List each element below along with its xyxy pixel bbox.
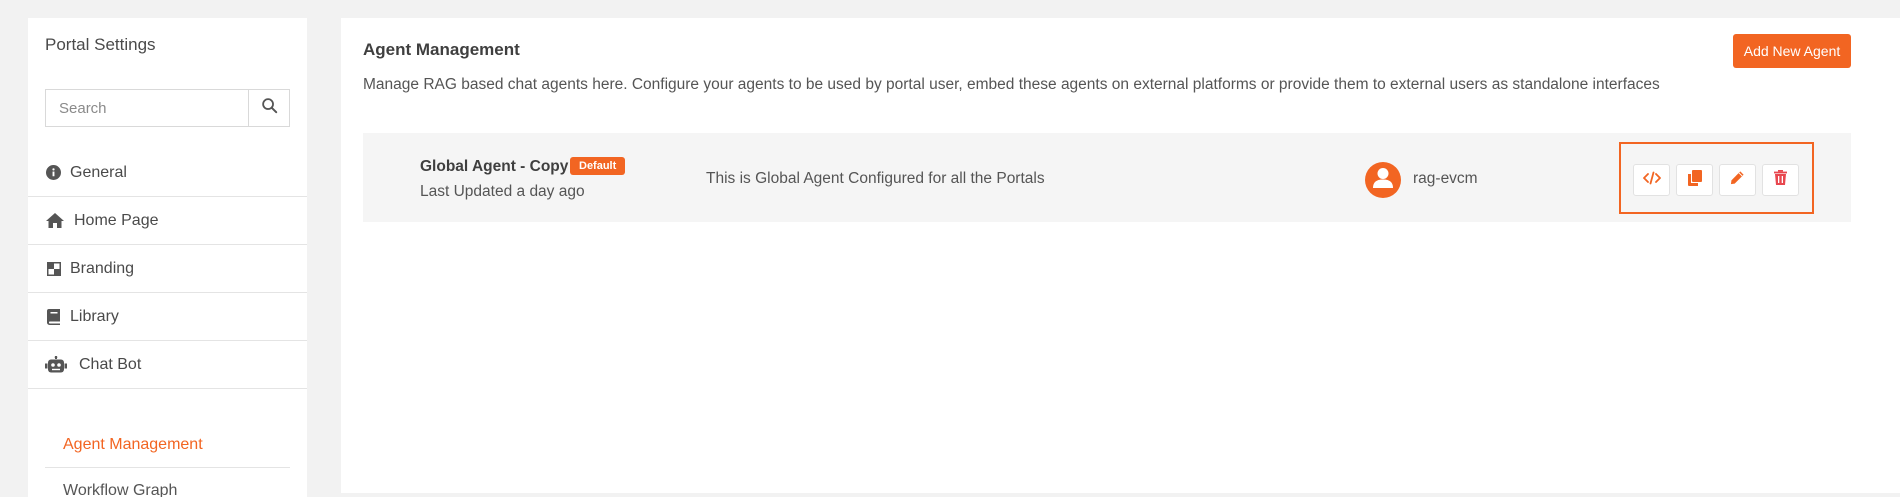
- delete-agent-button[interactable]: [1762, 164, 1799, 196]
- sidebar-item-general[interactable]: General: [28, 149, 307, 197]
- search-icon: [261, 97, 278, 119]
- agent-description: This is Global Agent Configured for all …: [706, 170, 1045, 187]
- page-description: Manage RAG based chat agents here. Confi…: [363, 76, 1660, 93]
- agent-owner: rag-evcm: [1413, 170, 1478, 187]
- sidebar-item-label: Branding: [70, 259, 135, 277]
- trash-icon: [1774, 170, 1787, 190]
- pencil-icon: [1730, 170, 1745, 190]
- sidebar-search: [45, 89, 290, 127]
- sidebar-menu: General Home Page Branding Library Chat …: [28, 149, 307, 389]
- agent-last-updated: Last Updated a day ago: [420, 183, 585, 200]
- sidebar-item-label: Chat Bot: [79, 355, 142, 373]
- agent-row[interactable]: Global Agent - Copy Default Last Updated…: [363, 133, 1851, 222]
- sidebar-item-home-page[interactable]: Home Page: [28, 197, 307, 245]
- user-icon: [1365, 162, 1401, 198]
- agent-actions: [1619, 142, 1814, 214]
- copy-icon: [1687, 169, 1702, 191]
- portal-settings-sidebar: Portal Settings General Home Page Brand: [28, 18, 307, 497]
- default-badge: Default: [570, 157, 626, 175]
- subitem-agent-management[interactable]: Agent Management: [45, 422, 290, 468]
- sidebar-item-library[interactable]: Library: [28, 293, 307, 341]
- sidebar-item-label: General: [70, 163, 127, 181]
- search-input[interactable]: [45, 89, 248, 127]
- code-icon: [1642, 171, 1661, 190]
- sidebar-item-chat-bot[interactable]: Chat Bot: [28, 341, 307, 389]
- sidebar-item-label: Library: [70, 307, 119, 325]
- subitem-workflow-graph[interactable]: Workflow Graph: [45, 468, 290, 497]
- avatar: [1365, 162, 1401, 198]
- info-circle-icon: [45, 164, 62, 181]
- home-icon: [45, 212, 65, 229]
- embed-code-button[interactable]: [1633, 164, 1670, 196]
- subitem-label: Agent Management: [63, 435, 203, 453]
- agent-name: Global Agent - Copy: [420, 158, 569, 175]
- add-new-agent-button[interactable]: Add New Agent: [1733, 34, 1851, 68]
- search-button[interactable]: [248, 89, 290, 127]
- page-title: Agent Management: [363, 40, 520, 59]
- copy-agent-button[interactable]: [1676, 164, 1713, 196]
- branding-icon: [45, 260, 62, 277]
- sidebar-item-branding[interactable]: Branding: [28, 245, 307, 293]
- sidebar-item-label: Home Page: [74, 211, 159, 229]
- chat-bot-submenu: Agent Management Workflow Graph: [45, 422, 290, 497]
- edit-agent-button[interactable]: [1719, 164, 1756, 196]
- book-icon: [45, 308, 62, 325]
- agent-management-panel: Agent Management Manage RAG based chat a…: [341, 18, 1900, 493]
- subitem-label: Workflow Graph: [63, 481, 178, 497]
- robot-icon: [45, 356, 67, 373]
- sidebar-title: Portal Settings: [45, 35, 156, 54]
